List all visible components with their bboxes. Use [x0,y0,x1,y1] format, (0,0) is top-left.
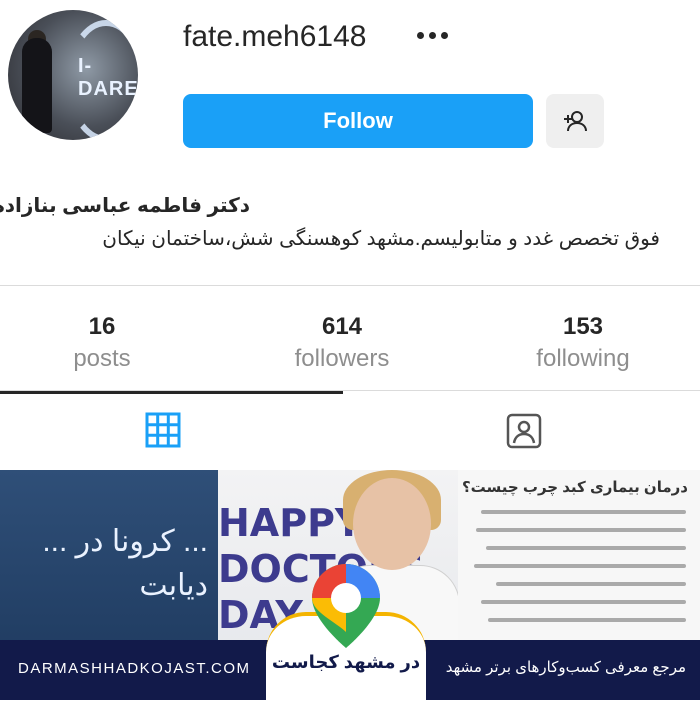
follow-button[interactable]: Follow [183,94,533,148]
avatar[interactable]: I-DARE [8,10,138,140]
posts-count: 16 [88,313,116,340]
username: fate.meh6148 [183,20,367,53]
display-name: دکتر فاطمه عباسی بنازاده [0,195,250,217]
stat-followers[interactable]: 614 followers [262,313,422,373]
tab-tagged[interactable] [505,412,543,450]
divider [0,285,700,286]
text-line [481,600,686,604]
post-overlay-text: ... کرونا در ... دیابت [42,525,208,602]
grid-icon [145,412,181,448]
post-title-text: درمان بیماری کبد چرب چیست؟ [461,479,688,496]
location-pin-icon [312,564,380,648]
text-line [474,564,686,568]
text-line [486,546,686,550]
followers-label: followers [294,345,390,372]
more-icon[interactable] [412,20,452,50]
stat-posts[interactable]: 16 posts [22,313,182,373]
post-figure-face [353,478,431,570]
posts-label: posts [73,345,131,372]
footer-tagline: مرجع معرفی کسب‌وکارهای برتر مشهد [445,659,686,676]
text-line [481,510,686,514]
brand-text: در مشهد کجاست [271,652,421,672]
following-label: following [536,345,630,372]
following-count: 153 [562,313,604,340]
avatar-logo-text: I-DARE [78,55,138,100]
tagged-icon [506,413,542,449]
avatar-person [22,38,52,133]
followers-count: 614 [321,313,363,340]
suggest-users-button[interactable] [546,94,604,148]
bio: فوق تخصص غدد و متابولیسم.مشهد کوهسنگی شش… [102,228,660,250]
text-line [476,528,686,532]
text-line [488,618,686,622]
tab-posts-grid[interactable] [145,412,181,448]
add-user-icon [564,111,587,132]
stat-following[interactable]: 153 following [503,313,663,373]
footer-website: DARMASHHADKOJAST.COM [18,660,251,677]
text-line [496,582,686,586]
active-tab-indicator [0,391,343,394]
